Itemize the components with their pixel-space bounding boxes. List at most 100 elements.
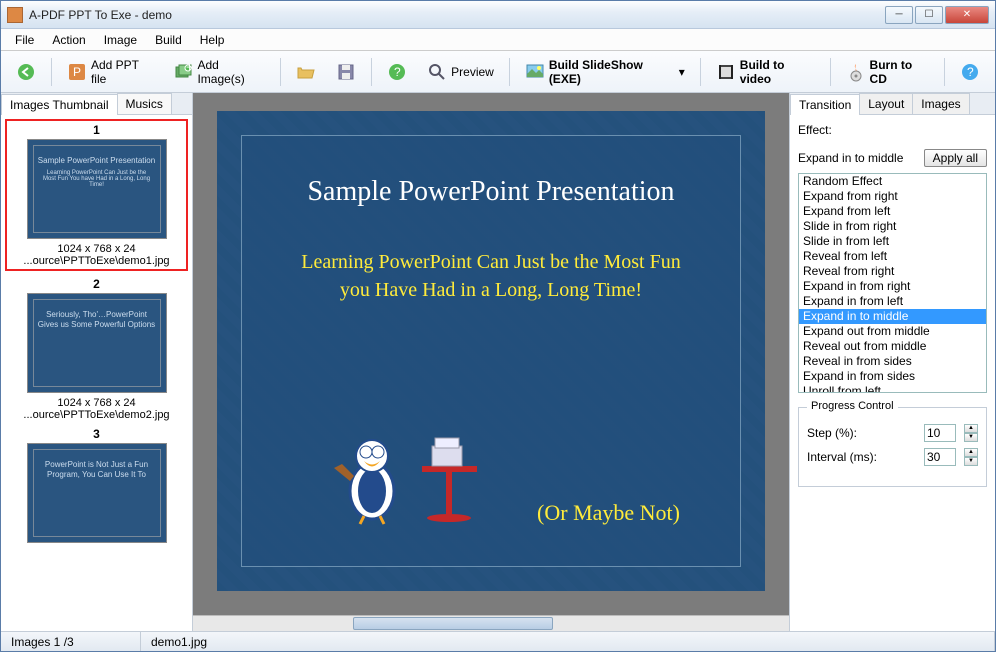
preview-label: Preview bbox=[451, 65, 494, 79]
statusbar: Images 1 /3 demo1.jpg bbox=[1, 631, 995, 651]
svg-text:?: ? bbox=[967, 65, 974, 79]
step-input[interactable] bbox=[924, 424, 956, 442]
build-exe-button[interactable]: Build SlideShow (EXE) ▾ bbox=[518, 57, 692, 87]
images-icon: + bbox=[173, 62, 193, 82]
svg-text:+: + bbox=[186, 62, 193, 74]
minimize-button[interactable]: ─ bbox=[885, 6, 913, 24]
step-up-button[interactable]: ▲ bbox=[964, 424, 978, 433]
effect-item[interactable]: Slide in from right bbox=[799, 219, 986, 234]
effect-item[interactable]: Reveal from left bbox=[799, 249, 986, 264]
picture-icon bbox=[525, 62, 545, 82]
interval-down-button[interactable]: ▼ bbox=[964, 457, 978, 466]
thumb-number: 3 bbox=[5, 427, 188, 441]
add-images-label: Add Image(s) bbox=[197, 58, 265, 86]
tab-transition[interactable]: Transition bbox=[790, 94, 860, 115]
maximize-button[interactable]: ☐ bbox=[915, 6, 943, 24]
effect-label: Effect: bbox=[798, 123, 987, 137]
preview-button[interactable]: Preview bbox=[420, 57, 501, 87]
thumb-image: PowerPoint is Not Just a Fun Program, Yo… bbox=[27, 443, 167, 543]
scrollbar-thumb[interactable] bbox=[353, 617, 553, 630]
thumb-image: Sample PowerPoint PresentationLearning P… bbox=[27, 139, 167, 239]
help-icon: ? bbox=[387, 62, 407, 82]
slide-clipart bbox=[322, 406, 502, 526]
folder-open-icon bbox=[296, 62, 316, 82]
progress-legend: Progress Control bbox=[807, 400, 898, 412]
slide-title: Sample PowerPoint Presentation bbox=[307, 176, 674, 208]
toolbar: P Add PPT file + Add Image(s) ? Preview Bu… bbox=[1, 51, 995, 93]
menu-help[interactable]: Help bbox=[192, 31, 233, 49]
interval-input[interactable] bbox=[924, 448, 956, 466]
horizontal-scrollbar[interactable] bbox=[193, 615, 789, 631]
effect-item[interactable]: Reveal from right bbox=[799, 264, 986, 279]
effect-item[interactable]: Expand from right bbox=[799, 189, 986, 204]
add-ppt-label: Add PPT file bbox=[91, 58, 154, 86]
close-button[interactable]: ✕ bbox=[945, 6, 989, 24]
thumb-dimensions: 1024 x 768 x 24 bbox=[5, 397, 188, 409]
effect-item[interactable]: Expand out from middle bbox=[799, 324, 986, 339]
status-file: demo1.jpg bbox=[141, 632, 995, 651]
menu-build[interactable]: Build bbox=[147, 31, 190, 49]
open-button[interactable] bbox=[289, 57, 323, 87]
apply-all-button[interactable]: Apply all bbox=[924, 149, 987, 167]
window-title: A-PDF PPT To Exe - demo bbox=[29, 8, 885, 22]
tab-layout[interactable]: Layout bbox=[859, 93, 913, 114]
left-panel: Images Thumbnail Musics 1 Sample PowerPo… bbox=[1, 93, 193, 631]
tab-musics[interactable]: Musics bbox=[117, 93, 172, 114]
build-exe-label: Build SlideShow (EXE) bbox=[549, 58, 671, 86]
preview-area: Sample PowerPoint Presentation Learning … bbox=[193, 93, 789, 631]
add-images-button[interactable]: + Add Image(s) bbox=[166, 57, 272, 87]
effect-item[interactable]: Expand in from left bbox=[799, 294, 986, 309]
film-icon bbox=[716, 62, 736, 82]
about-button[interactable]: ? bbox=[953, 57, 987, 87]
effect-item[interactable]: Expand in from sides bbox=[799, 369, 986, 384]
thumb-path: ...ource\PPTToExe\demo2.jpg bbox=[5, 409, 188, 421]
slide-subtitle: Learning PowerPoint Can Just be the Most… bbox=[291, 248, 691, 304]
add-ppt-button[interactable]: P Add PPT file bbox=[60, 57, 161, 87]
burn-icon bbox=[846, 62, 866, 82]
thumbnails-list[interactable]: 1 Sample PowerPoint PresentationLearning… bbox=[1, 115, 192, 631]
progress-control-group: Progress Control Step (%): ▲▼ Interval (… bbox=[798, 407, 987, 487]
thumb-dimensions: 1024 x 768 x 24 bbox=[9, 243, 184, 255]
build-video-button[interactable]: Build to video bbox=[709, 57, 822, 87]
svg-text:P: P bbox=[73, 65, 81, 79]
effect-item[interactable]: Expand from left bbox=[799, 204, 986, 219]
arrow-left-icon bbox=[16, 62, 36, 82]
burn-cd-button[interactable]: Burn to CD bbox=[839, 57, 936, 87]
right-panel: Transition Layout Images Effect: Expand … bbox=[789, 93, 995, 631]
burn-cd-label: Burn to CD bbox=[870, 58, 929, 86]
effect-item[interactable]: Reveal out from middle bbox=[799, 339, 986, 354]
menu-image[interactable]: Image bbox=[96, 31, 145, 49]
effect-list[interactable]: Random EffectExpand from rightExpand fro… bbox=[798, 173, 987, 393]
tab-images[interactable]: Images bbox=[912, 93, 969, 114]
effect-item[interactable]: Unroll from left bbox=[799, 384, 986, 393]
help-button[interactable]: ? bbox=[380, 57, 414, 87]
thumbnail-3[interactable]: 3 PowerPoint is Not Just a Fun Program, … bbox=[5, 427, 188, 543]
effect-item[interactable]: Reveal in from sides bbox=[799, 354, 986, 369]
step-down-button[interactable]: ▼ bbox=[964, 433, 978, 442]
thumbnail-1[interactable]: 1 Sample PowerPoint PresentationLearning… bbox=[5, 119, 188, 271]
tab-images-thumbnail[interactable]: Images Thumbnail bbox=[1, 94, 118, 115]
status-images: Images 1 /3 bbox=[1, 632, 141, 651]
thumb-number: 1 bbox=[9, 123, 184, 137]
interval-up-button[interactable]: ▲ bbox=[964, 448, 978, 457]
interval-label: Interval (ms): bbox=[807, 450, 916, 464]
effect-item[interactable]: Expand in to middle bbox=[799, 309, 986, 324]
menu-action[interactable]: Action bbox=[44, 31, 93, 49]
save-icon bbox=[336, 62, 356, 82]
titlebar: A-PDF PPT To Exe - demo ─ ☐ ✕ bbox=[1, 1, 995, 29]
thumb-path: ...ource\PPTToExe\demo1.jpg bbox=[9, 255, 184, 267]
effect-item[interactable]: Random Effect bbox=[799, 174, 986, 189]
save-button[interactable] bbox=[329, 57, 363, 87]
thumb-number: 2 bbox=[5, 277, 188, 291]
effect-item[interactable]: Expand in from right bbox=[799, 279, 986, 294]
build-video-label: Build to video bbox=[740, 58, 815, 86]
dropdown-icon: ▾ bbox=[679, 65, 685, 79]
menu-file[interactable]: File bbox=[7, 31, 42, 49]
thumbnail-2[interactable]: 2 Seriously, Tho'…PowerPoint Gives us So… bbox=[5, 277, 188, 421]
app-icon bbox=[7, 7, 23, 23]
back-button[interactable] bbox=[9, 57, 43, 87]
magnifier-icon bbox=[427, 62, 447, 82]
effect-current: Expand in to middle bbox=[798, 151, 903, 165]
slide-caption: (Or Maybe Not) bbox=[537, 500, 680, 526]
effect-item[interactable]: Slide in from left bbox=[799, 234, 986, 249]
